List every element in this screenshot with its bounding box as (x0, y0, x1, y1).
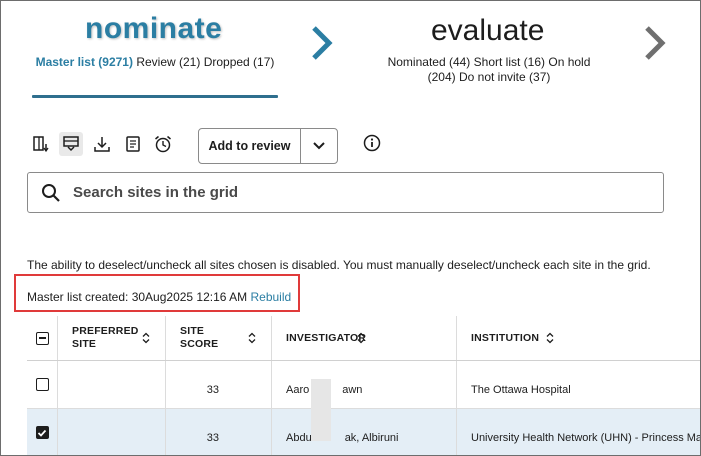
site-score-cell: 33 (166, 361, 272, 408)
column-header-label: SCORE (180, 338, 219, 350)
alarm-clock-icon[interactable] (151, 132, 175, 156)
info-icon[interactable] (363, 134, 381, 152)
column-filter-icon[interactable] (59, 132, 83, 156)
row-checkbox[interactable] (35, 426, 49, 439)
row-select-cell (27, 409, 58, 455)
select-all-cell (27, 316, 58, 360)
column-header-label: INVESTIGATOR (286, 331, 367, 344)
deselect-disabled-notice: The ability to deselect/uncheck all site… (27, 258, 651, 272)
document-icon[interactable] (121, 132, 145, 156)
add-to-review-dropdown[interactable] (301, 129, 337, 163)
column-header-investigator[interactable]: INVESTIGATOR (272, 316, 457, 360)
column-header-label: PREFERRED (72, 325, 139, 337)
active-stage-indicator (32, 95, 278, 98)
chevron-right-icon (312, 26, 333, 60)
nominate-stage-title[interactable]: nominate (85, 11, 222, 47)
rebuild-link[interactable]: Rebuild (250, 290, 291, 304)
grid-header-row: PREFERRED SITE SITE SCORE INVESTIGATOR I… (27, 316, 700, 361)
column-add-icon[interactable] (29, 132, 53, 156)
institution-cell: University Health Network (UHN) - Prince… (471, 431, 701, 444)
nominate-substatus: Master list (9271) Review (21) Dropped (… (31, 55, 279, 70)
search-input[interactable] (73, 184, 633, 201)
app-frame: nominate Master list (9271) Review (21) … (0, 0, 701, 456)
table-row[interactable]: 33 Aaro awn The Ottawa Hospital (27, 361, 700, 409)
select-all-checkbox[interactable] (35, 331, 49, 345)
checkmark-icon (37, 429, 47, 437)
master-list-link[interactable]: Master list (9271) (36, 55, 133, 69)
short-list-link[interactable]: Short list (16) (474, 55, 545, 69)
column-header-label: INSTITUTION (471, 331, 540, 344)
chevron-down-icon (313, 142, 325, 150)
dropped-link[interactable]: Dropped (17) (204, 55, 275, 69)
site-score-cell: 33 (166, 409, 272, 455)
table-row[interactable]: 33 Abdu ak, Albiruni University Health N… (27, 409, 701, 455)
column-header-preferred-site[interactable]: PREFERRED SITE (58, 316, 166, 360)
investigator-cell: Abdu ak, Albiruni (272, 409, 457, 455)
master-list-created-text: Master list created: 30Aug2025 12:16 AM … (27, 290, 291, 304)
sites-grid: PREFERRED SITE SITE SCORE INVESTIGATOR I… (27, 316, 701, 455)
evaluate-substatus: Nominated (44) Short list (16) On hold (… (379, 55, 599, 85)
review-link[interactable]: Review (21) (136, 55, 200, 69)
download-icon[interactable] (90, 132, 114, 156)
redaction-overlay (311, 379, 331, 441)
row-select-cell (27, 361, 58, 408)
preferred-site-cell (58, 409, 166, 455)
column-header-institution[interactable]: INSTITUTION (457, 316, 700, 360)
nominated-link[interactable]: Nominated (44) (388, 55, 471, 69)
row-checkbox[interactable] (35, 378, 49, 391)
column-header-site-score[interactable]: SITE SCORE (166, 316, 272, 360)
do-not-invite-link[interactable]: Do not invite (37) (459, 70, 550, 84)
master-list-created-label: Master list created: 30Aug2025 12:16 AM (27, 290, 248, 304)
column-header-label: SITE (72, 338, 97, 350)
sort-icon[interactable] (247, 332, 257, 344)
sort-icon[interactable] (141, 332, 151, 344)
investigator-cell: Aaro awn (272, 361, 457, 408)
add-to-review-button[interactable]: Add to review (199, 129, 301, 163)
search-icon (42, 183, 60, 202)
institution-cell: The Ottawa Hospital (471, 383, 571, 396)
sort-icon[interactable] (545, 332, 555, 344)
search-bar (27, 172, 664, 213)
column-header-label: SITE (180, 325, 205, 337)
add-to-review-split-button: Add to review (198, 128, 338, 164)
evaluate-stage-title[interactable]: evaluate (431, 13, 544, 49)
sort-icon[interactable] (356, 332, 366, 344)
chevron-right-icon[interactable] (642, 25, 668, 61)
preferred-site-cell (58, 361, 166, 408)
